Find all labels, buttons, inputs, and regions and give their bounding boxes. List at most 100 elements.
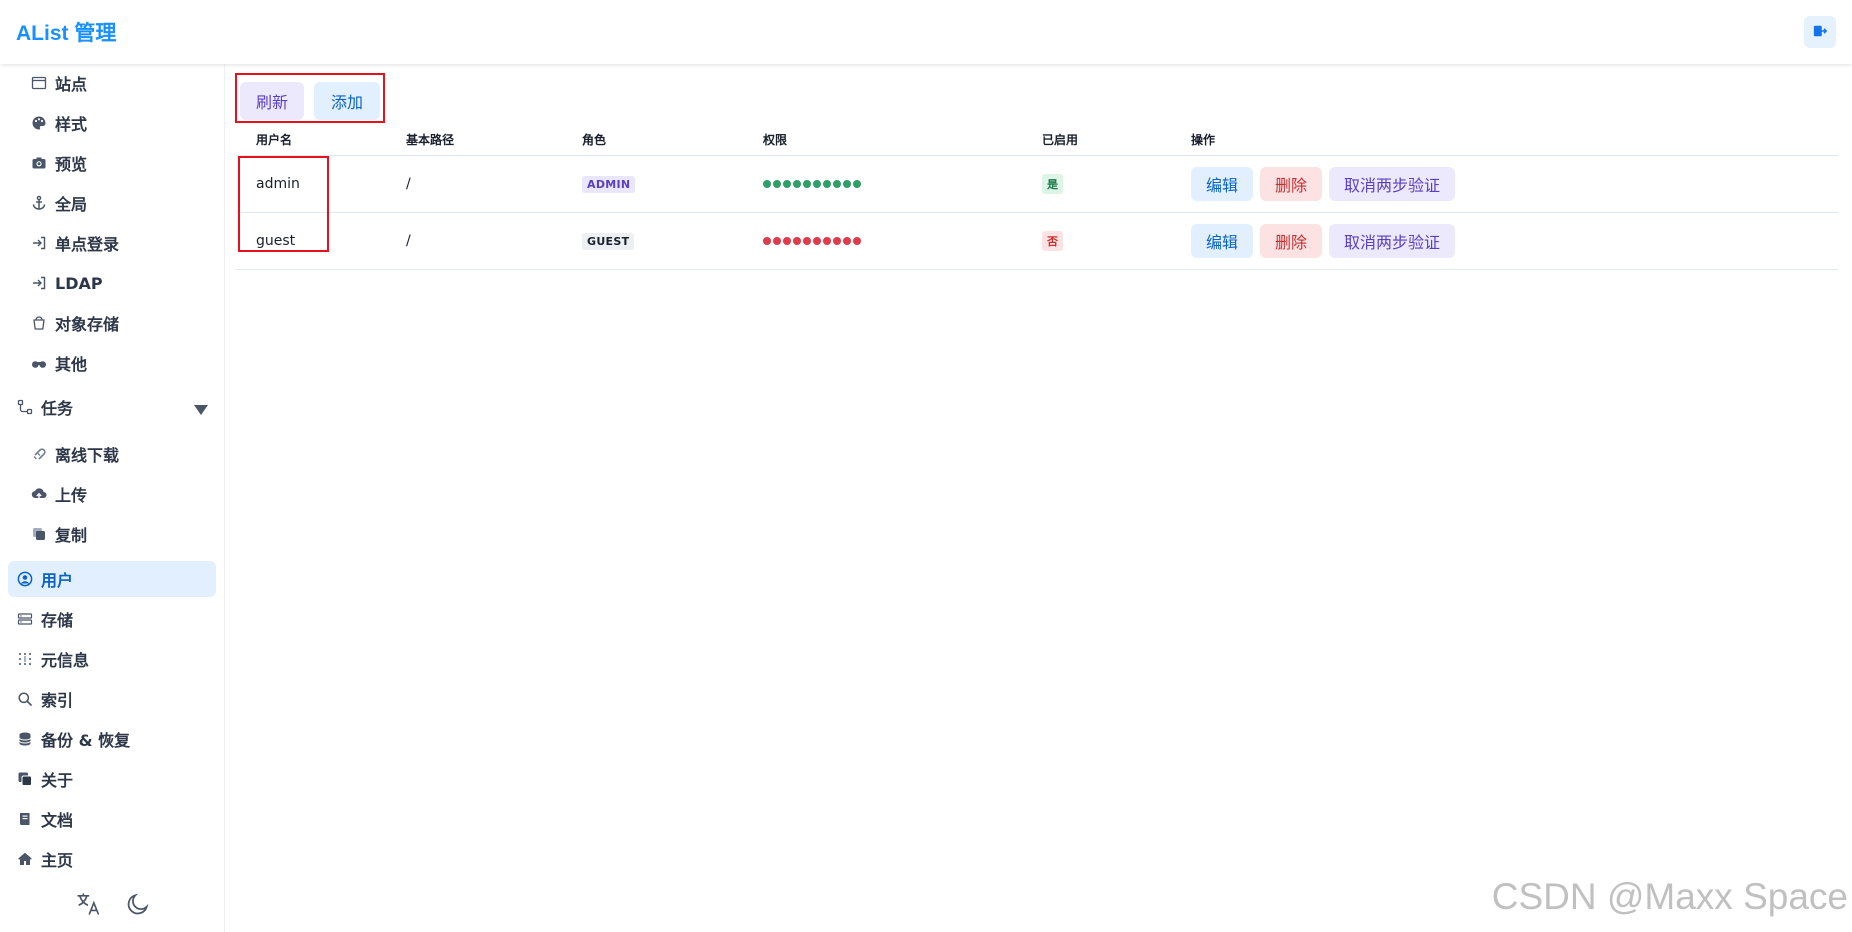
sidebar-item-other[interactable]: 其他 (30, 345, 215, 381)
permissions-cell (763, 213, 861, 269)
storage-icon (16, 610, 34, 628)
permission-dot (833, 237, 841, 245)
enabled-badge: 否 (1042, 231, 1063, 251)
login-arrow-icon (30, 234, 48, 252)
permission-dot (773, 237, 781, 245)
bucket-icon (30, 314, 48, 332)
user-circle-icon (16, 570, 34, 588)
permissions-cell (763, 156, 861, 212)
permission-dot (783, 237, 791, 245)
language-button[interactable] (73, 891, 103, 921)
role-badge: ADMIN (582, 175, 636, 193)
column-header-permissions[interactable]: 权限 (763, 124, 787, 154)
column-header-actions[interactable]: 操作 (1191, 124, 1215, 154)
palette-icon (30, 114, 48, 132)
cancel-2fa-button[interactable]: 取消两步验证 (1329, 224, 1456, 258)
sidebar-item-object-storage[interactable]: 对象存储 (30, 305, 215, 341)
camera-icon (30, 154, 48, 172)
actions-cell: 编辑 删除 取消两步验证 (1191, 213, 1456, 269)
sidebar-item-sso[interactable]: 单点登录 (30, 225, 215, 261)
logout-button[interactable] (1804, 16, 1836, 48)
logout-icon (1813, 23, 1828, 42)
sidebar-item-home[interactable]: 主页 (8, 841, 216, 877)
sidebar-item-copy[interactable]: 复制 (30, 516, 215, 552)
permission-dots (763, 180, 861, 188)
edit-button[interactable]: 编辑 (1191, 224, 1254, 258)
permission-dot (773, 180, 781, 188)
column-header-enabled[interactable]: 已启用 (1042, 124, 1078, 154)
sidebar-item-index[interactable]: 索引 (8, 681, 216, 717)
sidebar-item-label: 离线下载 (55, 446, 120, 465)
login-arrow-icon (30, 274, 48, 292)
sidebar-item-label: 复制 (55, 526, 88, 545)
enabled-cell: 否 (1042, 213, 1063, 269)
sidebar-item-label: 上传 (55, 486, 88, 505)
triangle-down-icon[interactable] (194, 401, 208, 420)
sidebar-item-about[interactable]: 关于 (8, 761, 216, 797)
magnet-icon (30, 445, 48, 463)
permission-dot (823, 237, 831, 245)
copy-icon (30, 525, 48, 543)
home-icon (16, 850, 34, 868)
sidebar-item-label: 关于 (41, 771, 74, 790)
edit-button[interactable]: 编辑 (1191, 167, 1254, 201)
permission-dot (823, 180, 831, 188)
sidebar-item-upload[interactable]: 上传 (30, 476, 215, 512)
sidebar-item-label: 主页 (41, 851, 74, 870)
sidebar-item-label: 站点 (55, 75, 88, 94)
sidebar-item-label: 其他 (55, 355, 88, 374)
sidebar-item-offline-download[interactable]: 离线下载 (30, 436, 215, 472)
sidebar-item-label: 全局 (55, 195, 88, 214)
sidebar-item-meta[interactable]: 元信息 (8, 641, 216, 677)
permission-dot (853, 237, 861, 245)
sidebar-item-users[interactable]: 用户 (8, 561, 216, 597)
sidebar-item-global[interactable]: 全局 (30, 185, 215, 221)
sidebar-item-label: 任务 (41, 399, 74, 418)
role-cell: ADMIN (582, 156, 636, 212)
delete-button[interactable]: 删除 (1260, 167, 1323, 201)
permission-dot (833, 180, 841, 188)
sidebar-item-preview[interactable]: 预览 (30, 145, 215, 181)
cloud-upload-icon (30, 485, 48, 503)
add-button[interactable]: 添加 (314, 82, 380, 120)
meta-grid-icon (16, 650, 34, 668)
permission-dot (803, 180, 811, 188)
table-row: admin / ADMIN 是 编辑 删除 取消两步验证 (236, 156, 1838, 213)
sidebar-item-docs[interactable]: 文档 (8, 801, 216, 837)
sidebar-item-tasks[interactable]: 任务 (8, 389, 216, 425)
sidebar-item-style[interactable]: 样式 (30, 105, 215, 141)
role-cell: GUEST (582, 213, 635, 269)
sidebar-item-label: 单点登录 (55, 235, 120, 254)
base-path-cell: / (406, 233, 411, 249)
theme-toggle-button[interactable] (123, 891, 153, 921)
delete-button[interactable]: 删除 (1260, 224, 1323, 258)
column-header-base-path[interactable]: 基本路径 (406, 124, 454, 154)
permission-dot (813, 237, 821, 245)
column-header-username[interactable]: 用户名 (256, 124, 292, 154)
search-icon (16, 690, 34, 708)
main-content: 刷新 添加 用户名 基本路径 角色 权限 已启用 操作 admin / ADMI… (226, 64, 1852, 932)
sidebar-item-label: 样式 (55, 115, 88, 134)
info-copy-icon (16, 770, 34, 788)
table-row: guest / GUEST 否 编辑 删除 取消两步验证 (236, 213, 1838, 270)
permission-dot (763, 237, 771, 245)
cancel-2fa-button[interactable]: 取消两步验证 (1329, 167, 1456, 201)
app-header: AList 管理 (0, 0, 1852, 64)
sidebar: 站点 样式 预览 全局 单点登录 LDAP 对象存储 其他 任务 离线下载 上传 (0, 64, 225, 932)
sidebar-item-site[interactable]: 站点 (30, 65, 215, 101)
sidebar-item-backup-restore[interactable]: 备份 & 恢复 (8, 721, 216, 757)
sidebar-item-storage[interactable]: 存储 (8, 601, 216, 637)
permission-dot (763, 180, 771, 188)
permission-dot (793, 180, 801, 188)
permission-dot (783, 180, 791, 188)
refresh-button[interactable]: 刷新 (240, 82, 304, 120)
brand-title[interactable]: AList 管理 (16, 17, 116, 47)
sidebar-item-ldap[interactable]: LDAP (30, 265, 215, 301)
sidebar-item-label: 索引 (41, 691, 74, 710)
anchor-icon (30, 194, 48, 212)
enabled-cell: 是 (1042, 156, 1063, 212)
role-badge: GUEST (582, 232, 635, 250)
base-path-cell: / (406, 176, 411, 192)
column-header-role[interactable]: 角色 (582, 124, 606, 154)
flow-icon (16, 398, 34, 416)
